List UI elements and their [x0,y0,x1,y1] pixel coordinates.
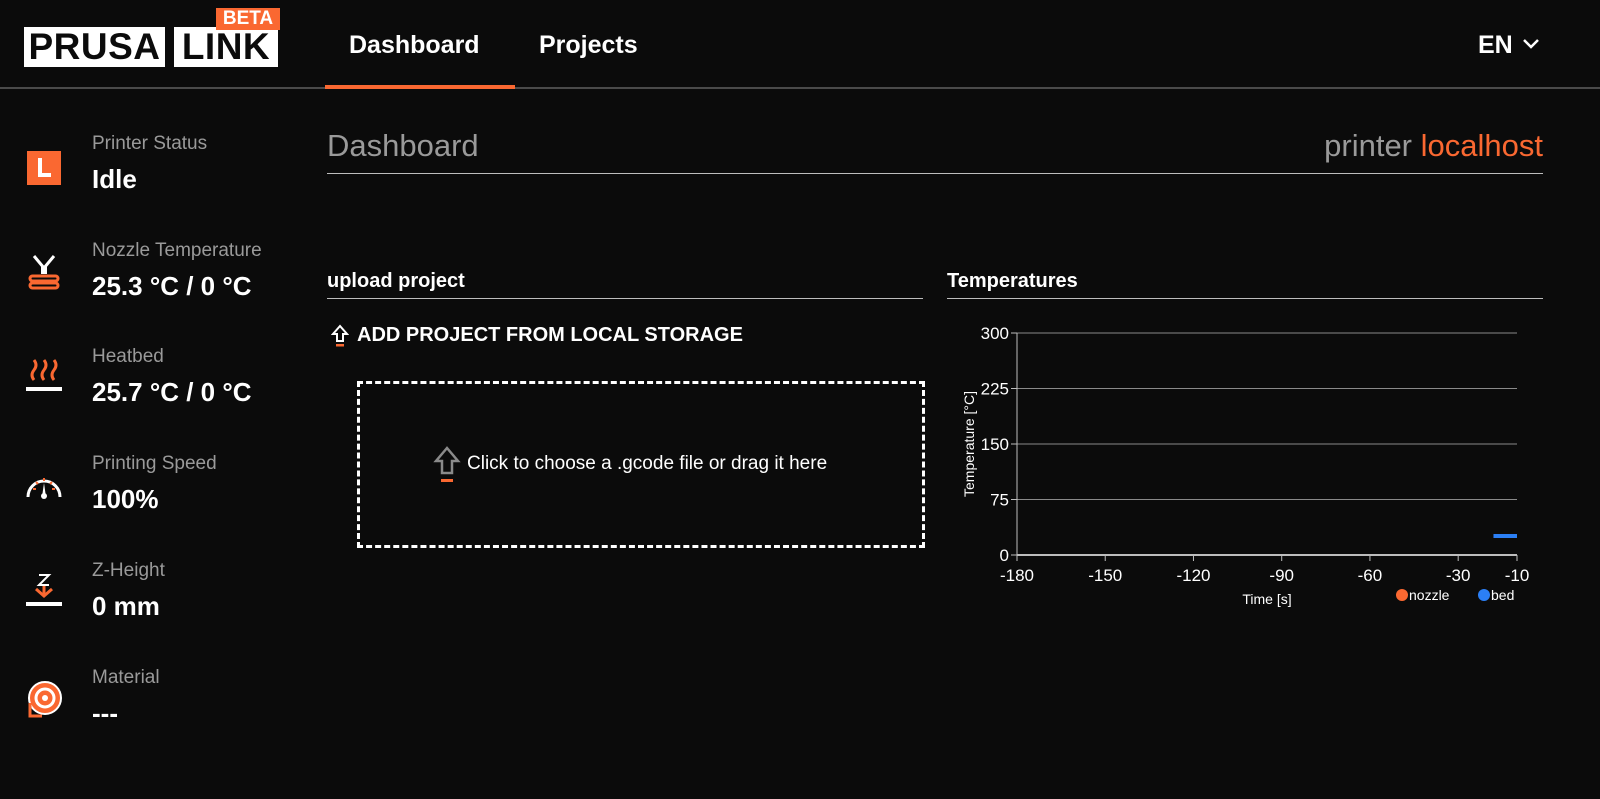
x-axis-label: Time [s] [1242,591,1291,607]
chevron-down-icon [1523,39,1539,49]
nozzle-temperature-item: Nozzle Temperature 25.3 °C / 0 °C [0,240,300,330]
x-tick-label: -60 [1358,566,1383,585]
printer-prefix: printer [1324,128,1413,163]
y-tick-label: 75 [990,491,1009,510]
nav-projects[interactable]: Projects [539,28,638,62]
heatbed-label: Heatbed [92,346,164,367]
header: PRUSA LINK BETA Dashboard Projects EN [0,0,1600,89]
x-tick-label: -90 [1269,566,1294,585]
y-tick-label: 225 [981,380,1009,399]
title-divider [327,173,1543,174]
temperatures-divider [947,298,1543,299]
material-value: --- [92,698,118,728]
beta-badge: BETA [216,8,280,30]
spool-icon [28,681,62,718]
y-tick-label: 150 [981,435,1009,454]
legend-marker-nozzle [1396,589,1408,601]
z-height-label: Z-Height [92,560,165,581]
heatbed-value: 25.7 °C / 0 °C [92,377,252,407]
nozzle-temperature-value: 25.3 °C / 0 °C [92,271,252,301]
x-tick-label: -30 [1446,566,1471,585]
x-tick-label: -180 [1000,566,1034,585]
legend-marker-bed [1478,589,1490,601]
nozzle-icon [28,255,60,290]
material-label: Material [92,667,160,688]
z-height-value: 0 mm [92,591,160,621]
printer-status-label: Printer Status [92,133,208,154]
page-title: Dashboard [327,128,479,163]
temperatures-title: Temperatures [947,270,1078,292]
printing-speed-label: Printing Speed [92,453,217,474]
heatbed-item: Heatbed 25.7 °C / 0 °C [0,346,300,436]
upload-arrow-icon [331,324,349,347]
nozzle-temperature-label: Nozzle Temperature [92,240,262,261]
active-nav-indicator [325,85,515,89]
z-height-item: Z-Height 0 mm [0,560,300,650]
printing-speed-value: 100% [92,484,159,514]
printer-status-item: Printer Status Idle [0,133,300,223]
add-project-local-label: ADD PROJECT FROM LOCAL STORAGE [357,324,743,346]
y-tick-label: 300 [981,324,1009,343]
x-tick-label: -150 [1088,566,1122,585]
speedometer-icon [26,478,62,499]
logo-prusa-text: PRUSA [24,27,165,67]
heatbed-icon [26,359,62,391]
prusa-link-logo[interactable]: PRUSA LINK BETA [24,8,284,72]
file-dropzone[interactable]: Click to choose a .gcode file or drag it… [357,381,925,548]
legend-label-bed: bed [1491,587,1514,603]
x-tick-label: -120 [1176,566,1210,585]
x-tick-label: -10 [1505,566,1530,585]
material-item: Material --- [0,667,300,757]
y-axis-label: Temperature [°C] [961,391,977,497]
language-selector[interactable]: EN [1478,28,1539,62]
upload-arrow-icon [433,446,461,482]
sidebar: Printer Status Idle Nozzle Temperature 2… [0,89,300,799]
logo-link-text: LINK [174,27,278,67]
z-height-icon [26,574,62,606]
printer-status-value: Idle [92,164,137,194]
printer-status-icon [27,151,61,185]
language-label: EN [1478,31,1513,59]
printer-name: printer localhost [1324,128,1543,164]
dropzone-text: Click to choose a .gcode file or drag it… [467,453,828,474]
printer-host: localhost [1420,128,1543,163]
upload-divider [327,298,923,299]
y-tick-label: 0 [1000,546,1009,565]
printing-speed-item: Printing Speed 100% [0,453,300,543]
nav-dashboard[interactable]: Dashboard [349,28,480,62]
upload-project-title: upload project [327,270,465,292]
legend-label-nozzle: nozzle [1409,587,1450,603]
temperature-chart: 300 225 150 75 0-180 -150 -120 -90 -60 -30 -10 Time… [961,324,1530,607]
